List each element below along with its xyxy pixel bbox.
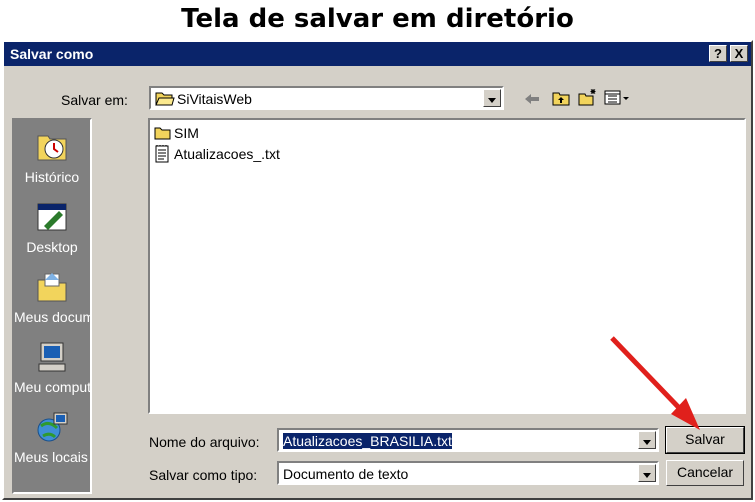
annotation-arrow: [610, 336, 700, 430]
